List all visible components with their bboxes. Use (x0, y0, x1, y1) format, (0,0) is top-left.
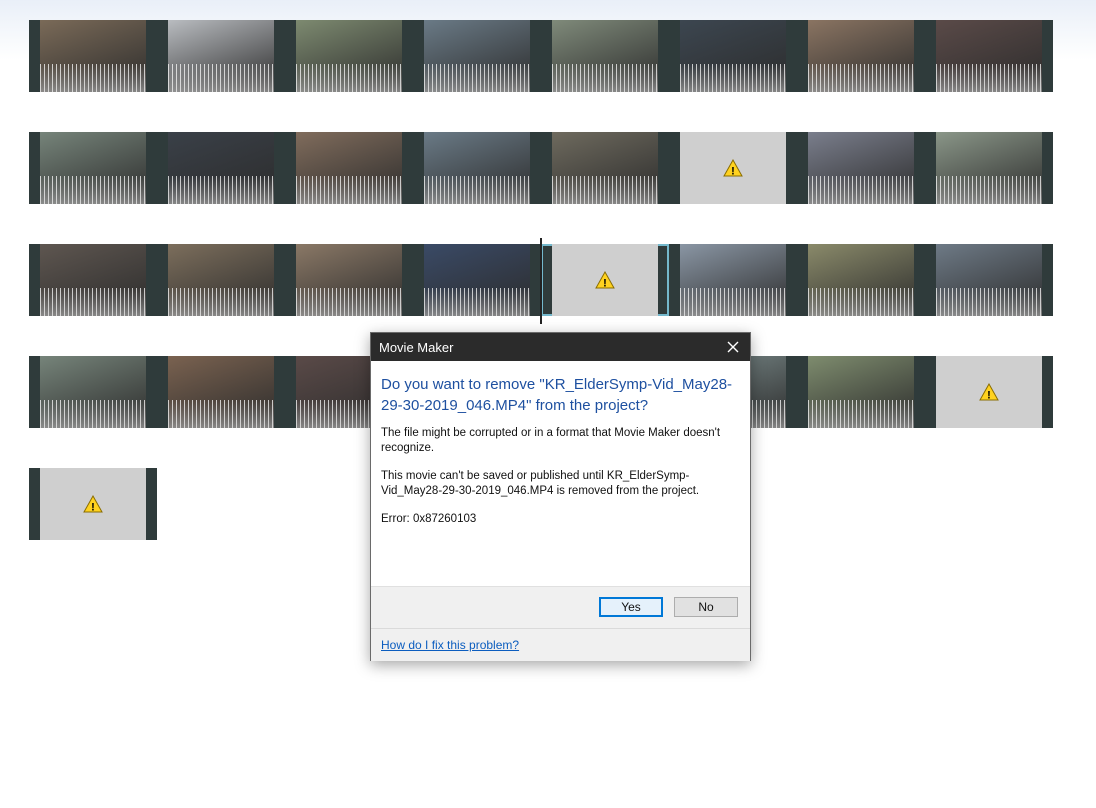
audio-waveform (424, 64, 530, 92)
video-clip[interactable] (925, 132, 1053, 204)
audio-waveform (40, 400, 146, 428)
dialog-heading: Do you want to remove "KR_ElderSymp-Vid_… (381, 376, 733, 414)
audio-waveform (168, 288, 274, 316)
audio-waveform (808, 176, 914, 204)
no-button[interactable]: No (674, 597, 738, 617)
video-clip[interactable] (925, 244, 1053, 316)
help-link[interactable]: How do I fix this problem? (381, 638, 519, 652)
audio-waveform (808, 288, 914, 316)
dialog-help-area: How do I fix this problem? (371, 628, 750, 661)
video-clip[interactable] (413, 132, 541, 204)
dialog-button-bar: Yes No (371, 586, 750, 629)
audio-waveform (552, 64, 658, 92)
audio-waveform (808, 64, 914, 92)
video-clip[interactable] (541, 132, 669, 204)
audio-waveform (168, 64, 274, 92)
audio-waveform (296, 288, 402, 316)
audio-waveform (168, 400, 274, 428)
video-clip[interactable] (29, 356, 157, 428)
video-clip[interactable] (669, 20, 797, 92)
video-clip[interactable] (157, 356, 285, 428)
yes-button[interactable]: Yes (599, 597, 663, 617)
dialog-message-1: The file might be corrupted or in a form… (381, 427, 721, 454)
error-code: Error: 0x87260103 (381, 513, 477, 525)
video-clip[interactable] (29, 244, 157, 316)
warning-icon: ! (979, 383, 999, 401)
video-clip[interactable] (285, 132, 413, 204)
video-clip[interactable] (413, 244, 541, 316)
audio-waveform (808, 400, 914, 428)
warning-icon: ! (595, 271, 615, 289)
audio-waveform (552, 176, 658, 204)
audio-waveform (40, 176, 146, 204)
video-clip[interactable] (413, 20, 541, 92)
audio-waveform (296, 64, 402, 92)
dialog-title-bar: Movie Maker (371, 333, 750, 361)
svg-text:!: ! (91, 502, 95, 514)
audio-waveform (936, 64, 1042, 92)
video-clip[interactable] (797, 20, 925, 92)
audio-waveform (40, 64, 146, 92)
audio-waveform (680, 288, 786, 316)
video-clip[interactable] (797, 132, 925, 204)
svg-text:!: ! (603, 278, 607, 290)
video-clip[interactable] (797, 356, 925, 428)
video-clip[interactable] (157, 244, 285, 316)
video-clip[interactable] (797, 244, 925, 316)
video-clip[interactable] (541, 20, 669, 92)
audio-waveform (296, 176, 402, 204)
video-clip[interactable] (29, 20, 157, 92)
close-icon (727, 341, 739, 353)
video-clip[interactable] (157, 20, 285, 92)
warning-icon: ! (723, 159, 743, 177)
missing-media-clip[interactable]: ! (669, 132, 797, 204)
video-clip[interactable] (157, 132, 285, 204)
dialog-title: Movie Maker (379, 339, 454, 355)
video-clip[interactable] (925, 20, 1053, 92)
missing-media-clip[interactable]: ! (541, 244, 669, 316)
close-button[interactable] (722, 336, 744, 358)
audio-waveform (680, 64, 786, 92)
audio-waveform (424, 288, 530, 316)
missing-media-clip[interactable]: ! (925, 356, 1053, 428)
audio-waveform (936, 288, 1042, 316)
svg-text:!: ! (731, 166, 735, 178)
video-clip[interactable] (285, 244, 413, 316)
error-dialog: Movie Maker Do you want to remove "KR_El… (370, 332, 751, 661)
audio-waveform (40, 288, 146, 316)
warning-icon: ! (83, 495, 103, 513)
missing-media-clip[interactable]: ! (29, 468, 157, 540)
video-clip[interactable] (29, 132, 157, 204)
video-clip[interactable] (669, 244, 797, 316)
svg-text:!: ! (987, 390, 991, 402)
audio-waveform (424, 176, 530, 204)
video-clip[interactable] (285, 20, 413, 92)
audio-waveform (168, 176, 274, 204)
audio-waveform (936, 176, 1042, 204)
playback-indicator[interactable] (540, 238, 542, 324)
dialog-message-2: This movie can't be saved or published u… (381, 470, 700, 497)
